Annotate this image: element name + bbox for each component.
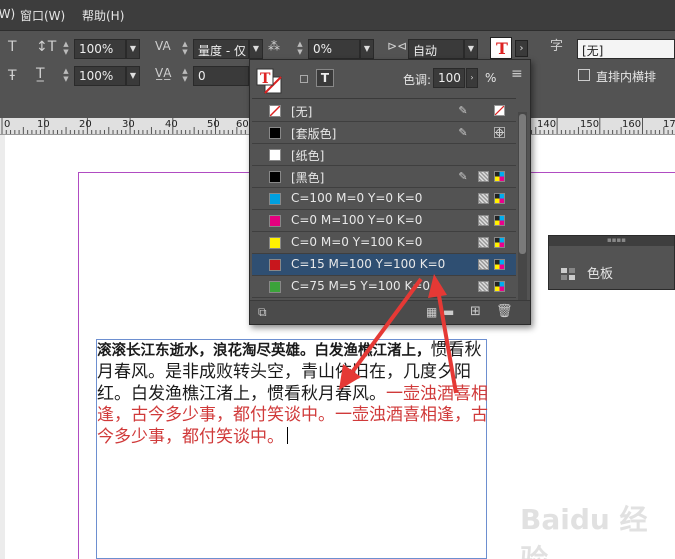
arrow-to-text xyxy=(339,277,423,390)
annotation-arrows xyxy=(339,274,458,394)
watermark: Baidu 经验 xyxy=(520,503,648,559)
arrow-to-swatch xyxy=(428,274,458,394)
